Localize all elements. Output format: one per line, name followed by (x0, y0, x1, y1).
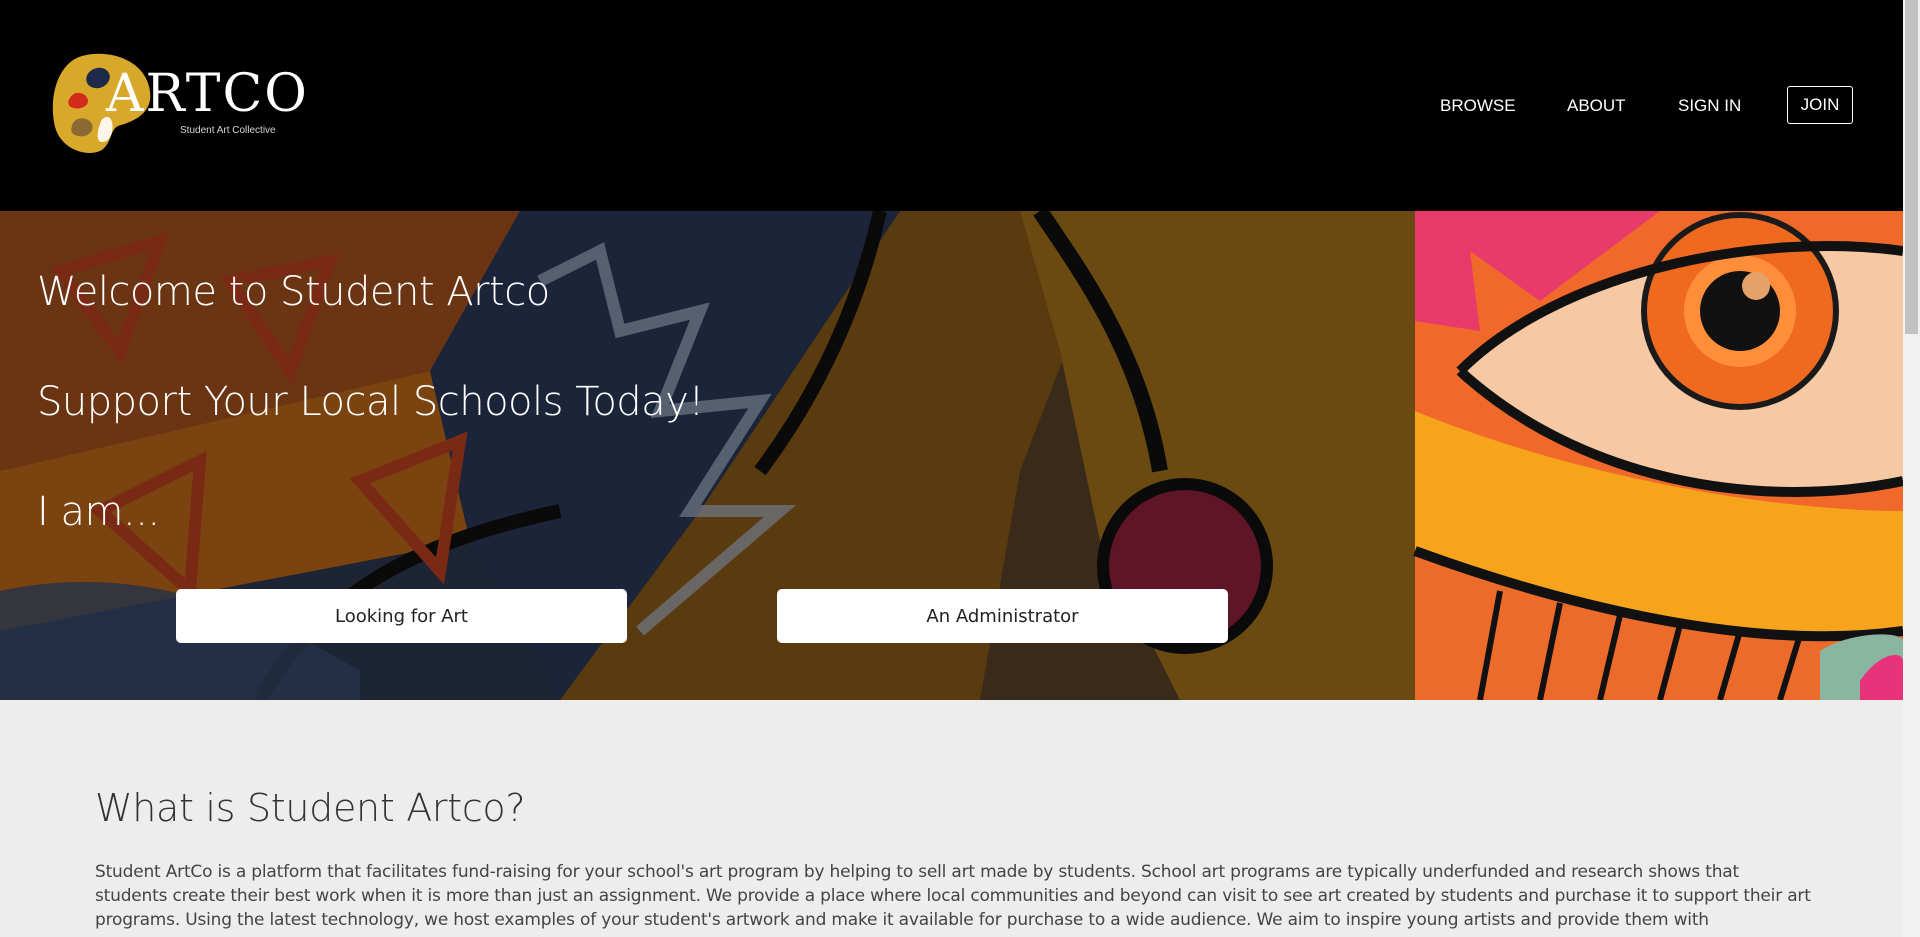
scrollbar-thumb[interactable] (1905, 0, 1918, 334)
page: ARTCO Student Art Collective BROWSE ABOU… (0, 0, 1903, 937)
administrator-button[interactable]: An Administrator (777, 589, 1228, 643)
site-header: ARTCO Student Art Collective BROWSE ABOU… (0, 0, 1903, 211)
about-section: What is Student Artco? Student ArtCo is … (0, 700, 1903, 937)
looking-for-art-button[interactable]: Looking for Art (176, 589, 627, 643)
about-body: Student ArtCo is a platform that facilit… (95, 862, 1811, 930)
about-heading: What is Student Artco? (95, 786, 526, 830)
hero-welcome-heading: Welcome to Student Artco (37, 269, 550, 315)
brand-logo[interactable]: ARTCO Student Art Collective (52, 52, 307, 156)
brand-name: ARTCO (106, 64, 309, 124)
vertical-scrollbar[interactable] (1903, 0, 1920, 937)
nav-browse[interactable]: BROWSE (1440, 96, 1516, 116)
join-button[interactable]: JOIN (1787, 86, 1853, 124)
brand-tagline: Student Art Collective (180, 125, 276, 136)
hero-banner: Welcome to Student Artco Support Your Lo… (0, 211, 1903, 700)
nav-sign-in[interactable]: SIGN IN (1678, 96, 1741, 116)
hero-support-heading: Support Your Local Schools Today! (37, 379, 704, 425)
hero-i-am-heading: I am... (37, 489, 160, 535)
nav-about[interactable]: ABOUT (1567, 96, 1626, 116)
